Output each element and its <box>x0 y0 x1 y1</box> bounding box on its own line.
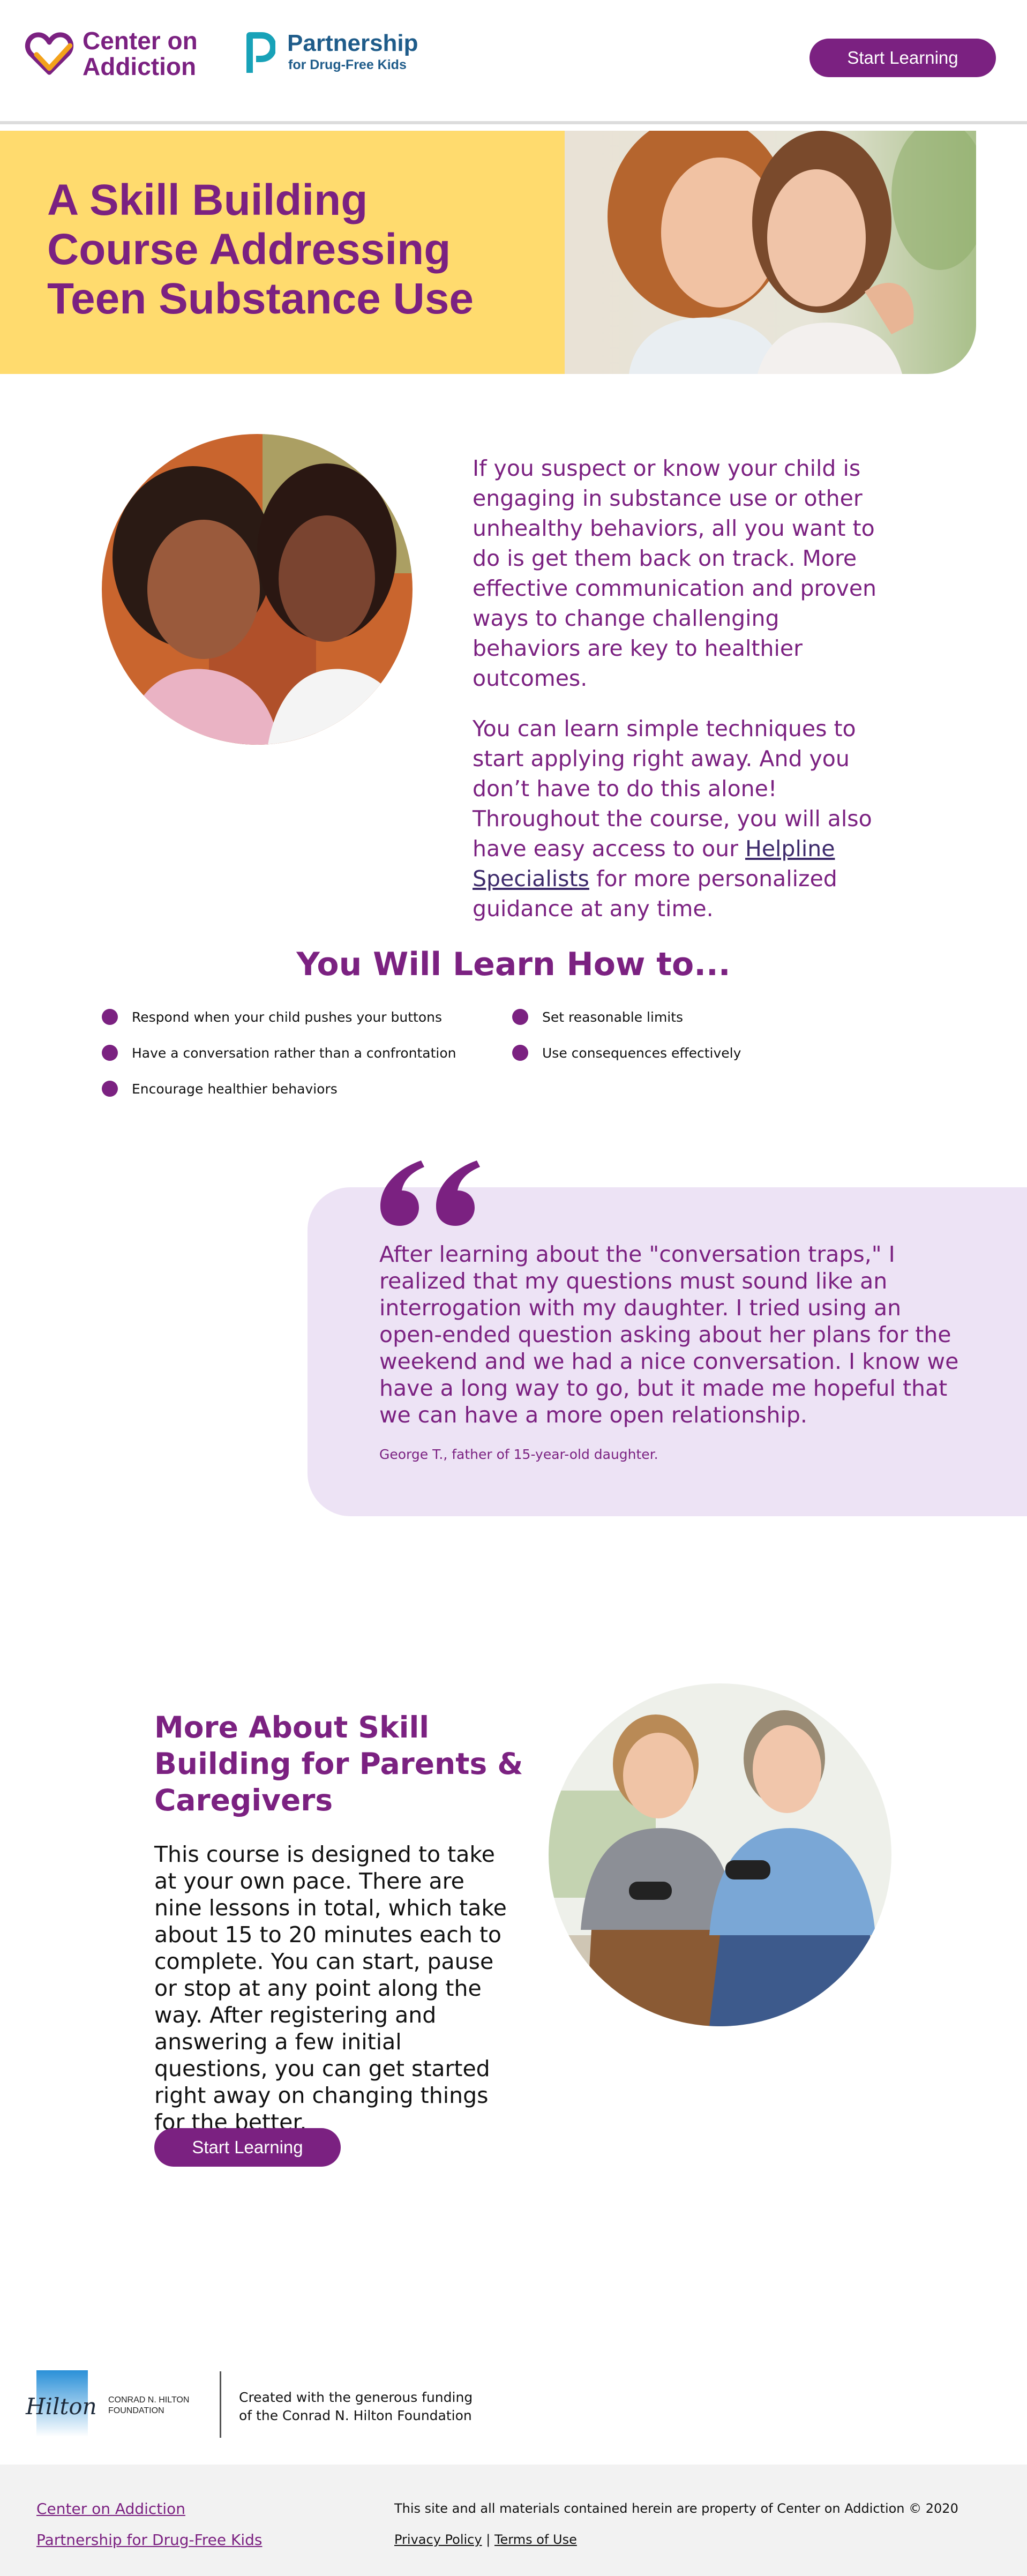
privacy-policy-link[interactable]: Privacy Policy <box>394 2532 482 2547</box>
center-on-addiction-wordmark: Center on Addiction <box>83 28 198 79</box>
hilton-script-text: Hilton <box>25 2393 97 2420</box>
footer-link-partnership[interactable]: Partnership for Drug-Free Kids <box>36 2531 262 2549</box>
funding-credit: Created with the generous funding of the… <box>239 2388 518 2425</box>
learn-item-label: Encourage healthier behaviors <box>132 1081 338 1097</box>
learn-list-item: Use consequences effectively <box>512 1045 741 1061</box>
check-circle-icon <box>102 1045 118 1061</box>
site-header: Center on Addiction Partnership for Drug… <box>0 0 1027 124</box>
learn-item-label: Have a conversation rather than a confro… <box>132 1045 456 1061</box>
hilton-foundation-logo: Hilton CONRAD N. HILTON FOUNDATION <box>24 2370 216 2440</box>
heart-logo-icon <box>25 32 73 75</box>
intro-paragraph-1: If you suspect or know your child is eng… <box>473 455 877 691</box>
hero-banner: A Skill Building Course Addressing Teen … <box>0 131 565 374</box>
start-learning-button[interactable]: Start Learning <box>154 2128 341 2167</box>
footer-link-center-on-addiction[interactable]: Center on Addiction <box>36 2500 185 2518</box>
check-circle-icon <box>512 1009 528 1025</box>
site-footer: Center on Addiction Partnership for Drug… <box>0 2465 1027 2576</box>
more-section-body: This course is designed to take at your … <box>154 1841 507 2135</box>
logo-pdfk-line2: for Drug-Free Kids <box>288 57 407 72</box>
partnership-p-icon <box>246 32 275 73</box>
intro-copy: If you suspect or know your child is eng… <box>473 453 890 944</box>
footer-separator: | <box>486 2532 491 2547</box>
learn-list-item: Respond when your child pushes your butt… <box>102 1009 442 1025</box>
hilton-logo-line1: CONRAD N. HILTON <box>108 2395 189 2405</box>
learn-item-label: Set reasonable limits <box>542 1009 684 1025</box>
check-circle-icon <box>102 1009 118 1025</box>
footer-copyright: This site and all materials contained he… <box>394 2501 958 2516</box>
testimonial-quote: After learning about the "conversation t… <box>379 1241 959 1428</box>
check-circle-icon <box>512 1045 528 1061</box>
terms-of-use-link[interactable]: Terms of Use <box>494 2532 577 2547</box>
learn-item-label: Respond when your child pushes your butt… <box>132 1009 442 1025</box>
hero-section: A Skill Building Course Addressing Teen … <box>0 131 1027 374</box>
learn-list-item: Set reasonable limits <box>512 1009 683 1025</box>
hero-title: A Skill Building Course Addressing Teen … <box>47 176 474 323</box>
funding-divider <box>220 2371 221 2438</box>
mother-daughter-hug-photo <box>565 131 976 374</box>
start-learning-header-button[interactable]: Start Learning <box>809 39 996 77</box>
logo-pdfk-line1: Partnership <box>287 30 418 56</box>
footer-legal-links: Privacy Policy | Terms of Use <box>394 2532 577 2547</box>
logo-coa-line2: Addiction <box>83 53 197 80</box>
funding-credit-line1: Created with the generous funding <box>239 2390 473 2405</box>
partnership-logo[interactable]: Partnership for Drug-Free Kids <box>245 29 428 77</box>
check-circle-icon <box>102 1081 118 1097</box>
father-son-gaming-photo <box>549 1683 891 2026</box>
two-women-smiling-photo <box>102 434 413 745</box>
testimonial-attribution: George T., father of 15-year-old daughte… <box>379 1447 658 1462</box>
learn-item-label: Use consequences effectively <box>542 1045 741 1061</box>
learn-section-title: You Will Learn How to... <box>296 946 731 983</box>
learn-list-item: Encourage healthier behaviors <box>102 1081 338 1097</box>
center-on-addiction-logo[interactable]: Center on Addiction <box>25 28 218 81</box>
funding-credit-line2: of the Conrad N. Hilton Foundation <box>239 2408 472 2423</box>
learn-list-item: Have a conversation rather than a confro… <box>102 1045 456 1061</box>
hilton-logo-line2: FOUNDATION <box>108 2406 164 2415</box>
logo-coa-line1: Center on <box>83 27 198 55</box>
more-section-title: More About Skill Building for Parents & … <box>154 1710 523 1817</box>
quote-mark-icon <box>380 1160 480 1226</box>
intro-paragraph-2: You can learn simple techniques to start… <box>473 714 890 924</box>
